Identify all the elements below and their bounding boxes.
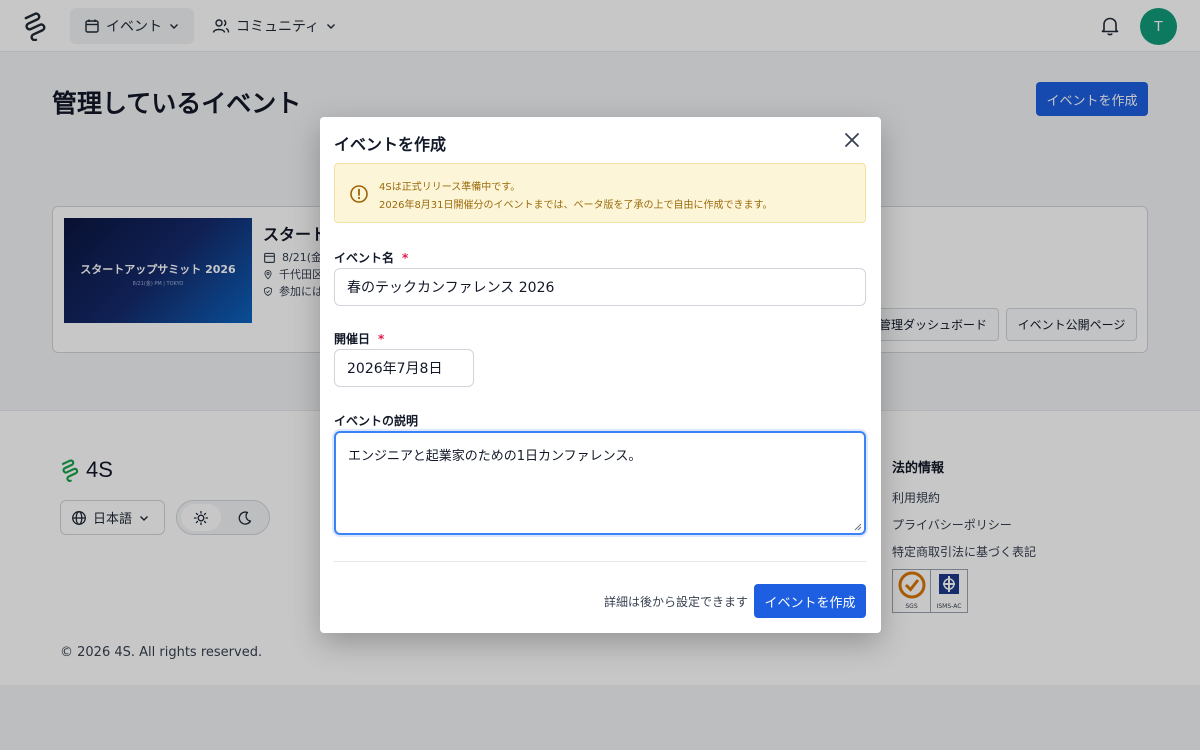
event-description-value: エンジニアと起業家のための1日カンファレンス。 (348, 449, 642, 464)
required-mark: * (378, 332, 385, 346)
modal-hint: 詳細は後から設定できます (604, 595, 749, 609)
create-event-modal: イベントを作成 4Sは正式リリース準備中です。 2026年8月31日開催分のイベ… (320, 117, 881, 633)
event-name-label-text: イベント名 (334, 251, 395, 265)
alert-line-2: 2026年8月31日開催分のイベントまでは、ベータ版を了承の上で自由に作成できま… (379, 200, 773, 211)
modal-divider (334, 561, 866, 562)
event-date-label: 開催日 * (334, 330, 384, 347)
beta-notice-alert: 4Sは正式リリース準備中です。 2026年8月31日開催分のイベントまでは、ベー… (334, 163, 866, 223)
warning-circle-icon (349, 184, 369, 204)
event-date-label-text: 開催日 (334, 332, 371, 346)
event-name-label: イベント名 * (334, 249, 408, 266)
event-description-textarea[interactable]: エンジニアと起業家のための1日カンファレンス。 (334, 431, 866, 535)
alert-line-1: 4Sは正式リリース準備中です。 (379, 182, 521, 193)
event-description-label: イベントの説明 (334, 414, 419, 428)
close-icon[interactable] (842, 130, 862, 150)
required-mark: * (402, 251, 409, 265)
resize-handle-icon[interactable] (854, 523, 862, 531)
modal-title: イベントを作成 (334, 135, 447, 154)
event-name-input[interactable]: 春のテックカンファレンス 2026 (334, 268, 866, 306)
submit-create-event-button[interactable]: イベントを作成 (754, 584, 866, 618)
event-date-input[interactable]: 2026年7月8日 (334, 349, 474, 387)
